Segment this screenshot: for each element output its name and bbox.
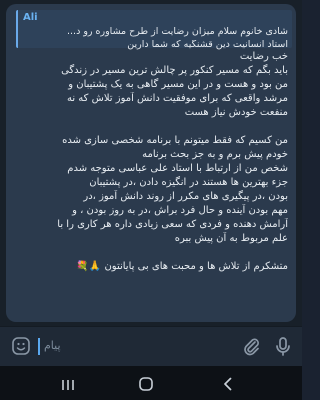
recents-icon[interactable]	[60, 377, 76, 396]
message-line: خودم پیش برم و به جز بحث برنامه	[142, 149, 288, 160]
paperclip-icon[interactable]	[240, 335, 262, 357]
reply-preview-text: شادی خانوم سلام میزان رضایت از طرح مشاور…	[23, 24, 288, 40]
message-line: من کسیم که فقط میتونم با برنامه شخصی ساز…	[62, 135, 288, 146]
message-line: آرامش دهنده و فردی که سعی زیادی داره هر …	[57, 219, 288, 230]
reply-preview-tail: استاد انسانیت دین قشنگیه که شما دارین	[127, 40, 288, 50]
message-line: خب رضایت	[239, 51, 288, 62]
message-line: باید بگم که مسیر کنکور پر چالش ترین مسیر…	[61, 65, 288, 76]
message-bubble[interactable]: Ali شادی خانوم سلام میزان رضایت از طرح م…	[6, 4, 296, 322]
message-body: خب رضایت باید بگم که مسیر کنکور پر چالش …	[14, 50, 288, 274]
emoji-icon[interactable]	[11, 336, 31, 356]
chat-screen: Ali شادی خانوم سلام میزان رضایت از طرح م…	[0, 0, 302, 400]
back-icon[interactable]	[220, 376, 236, 396]
reply-preview[interactable]: Ali شادی خانوم سلام میزان رضایت از طرح م…	[16, 10, 292, 50]
message-input[interactable]: پیام	[44, 339, 61, 352]
message-line	[14, 120, 288, 134]
message-line: مرشد واقعی که برای موفقیت دانش آموز تلاش…	[66, 93, 288, 104]
text-cursor	[38, 338, 40, 355]
message-line: متشکرم از تلاش ها و محبت های بی پایانتون…	[76, 261, 288, 272]
message-line	[14, 246, 288, 260]
reply-author: Ali	[23, 12, 38, 23]
message-line: شخص من از ارتباط با استاد علی عباسی متوج…	[67, 163, 288, 174]
system-navigation-bar	[0, 366, 302, 400]
message-line: جزء بهترین ها هستند در انگیزه دادن ،در پ…	[89, 177, 288, 188]
home-icon[interactable]	[138, 376, 154, 396]
reply-preview-line: شادی خانوم سلام میزان رضایت از طرح مشاور…	[67, 26, 288, 37]
microphone-icon[interactable]	[272, 335, 294, 357]
message-line: مهم بودن آینده و حال فرد براش ،در به روز…	[72, 205, 288, 216]
message-line: منفعت خودش نیاز هست	[184, 107, 288, 118]
message-line: علم مربوط به آن پیش ببره	[174, 233, 288, 244]
message-composer: پیام	[0, 326, 302, 366]
message-line: من بود و هست و در این مسیر گاهی به یک پش…	[68, 79, 288, 90]
message-line: بودن ،در پیگیری های مکرر از روند دانش آم…	[83, 191, 288, 202]
